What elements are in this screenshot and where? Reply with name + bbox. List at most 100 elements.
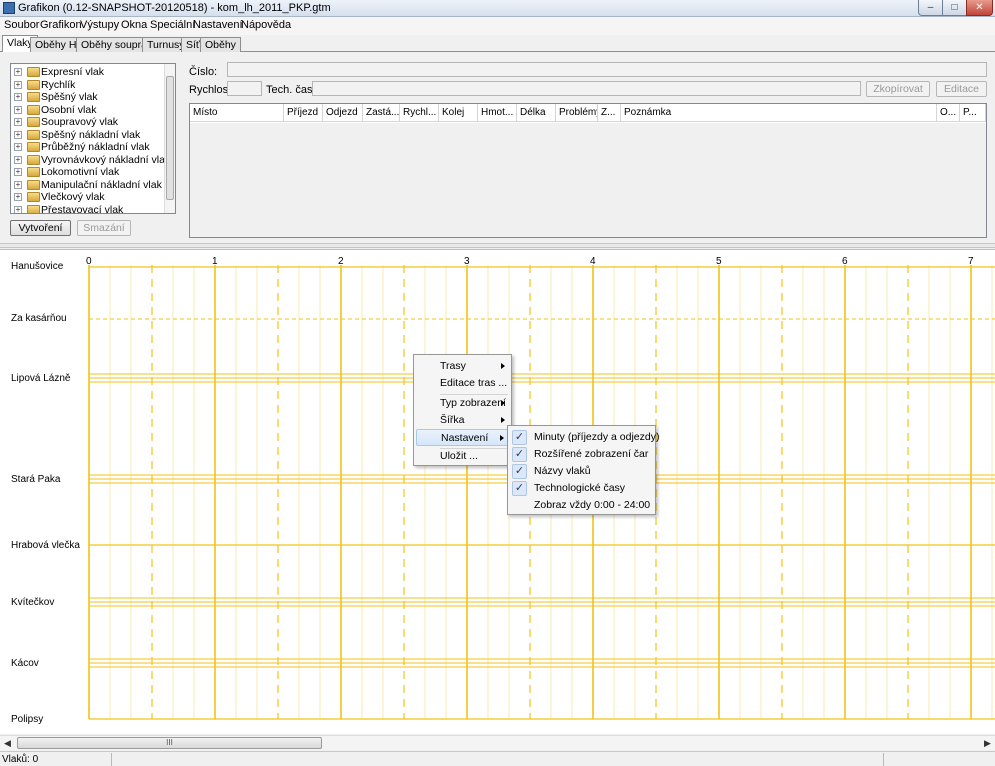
scroll-right-icon[interactable]: ▶ [980, 736, 995, 750]
menu-okna[interactable]: Okna [121, 19, 147, 31]
expand-icon[interactable]: + [14, 168, 22, 176]
table-column-header[interactable]: O... [937, 104, 960, 122]
tab-bar: Vlaky Oběhy HV Oběhy souprav Turnusy Síť… [0, 35, 995, 52]
folder-icon [27, 79, 40, 90]
horizontal-scrollbar[interactable]: ◀ III ▶ [0, 735, 995, 750]
tree-item-label: Osobní vlak [41, 103, 97, 116]
expand-icon[interactable]: + [14, 80, 22, 89]
checkmark-icon: ✓ [512, 430, 527, 445]
scroll-left-icon[interactable]: ◀ [0, 736, 15, 750]
submenu-item-label: Technologické časy [534, 482, 626, 494]
train-graph[interactable]: 0 1 2 3 4 5 6 7 Hanušovice Za kasárňou Lipová Lázn… [0, 249, 995, 734]
tree-item-label: Expresní vlak [41, 66, 105, 78]
station-label: Kvítečkov [11, 597, 55, 608]
submenu-item[interactable]: ✓ Názvy vlaků [510, 463, 653, 480]
table-column-header[interactable]: Poznámka [621, 104, 937, 122]
close-button[interactable]: ✕ [966, 0, 993, 16]
graph-canvas[interactable] [0, 250, 995, 734]
menu-item-nastaveni[interactable]: Nastavení [416, 429, 509, 446]
submenu-item[interactable]: ✓ Technologické časy [510, 480, 653, 497]
table-column-header[interactable]: Odjezd [323, 104, 363, 122]
menu-grafikon[interactable]: Grafikon [40, 19, 82, 31]
expand-icon[interactable]: + [14, 205, 22, 213]
folder-icon [27, 117, 40, 127]
submenu-item[interactable]: ✓ Minuty (příjezdy a odjezdy) [510, 429, 659, 446]
split-pane-divider[interactable] [0, 243, 995, 248]
folder-icon [27, 142, 40, 152]
status-bar: Vlaků: 0 [0, 751, 995, 766]
tree-scrollbar[interactable] [164, 64, 175, 213]
table-column-header[interactable]: Zastá... [363, 104, 400, 122]
menu-item-typ-zobrazeni[interactable]: Typ zobrazení [416, 395, 509, 412]
folder-icon [27, 129, 40, 140]
tree-item-label: Lokomotivní vlak [41, 166, 120, 178]
tab-obehy[interactable]: Oběhy [200, 37, 241, 52]
expand-icon[interactable]: + [14, 118, 22, 126]
expand-icon[interactable]: + [14, 105, 22, 114]
graph-context-menu: Trasy Editace tras ... Typ zobrazení Šíř… [413, 354, 512, 466]
number-field[interactable] [227, 62, 987, 77]
folder-icon [27, 92, 40, 102]
folder-icon [27, 204, 40, 213]
create-button[interactable]: Vytvoření [10, 220, 71, 236]
tree-item-label: Spěšný nákladní vlak [41, 128, 141, 141]
expand-icon[interactable]: + [14, 180, 22, 189]
train-type-tree[interactable]: + Expresní vlak + Rychlík + Spěšný vlak + Osobn… [10, 63, 176, 214]
expand-icon[interactable]: + [14, 93, 22, 101]
table-column-header[interactable]: Problémy [556, 104, 598, 122]
copy-button[interactable]: Zkopírovat [866, 81, 930, 97]
menu-item-label: Šířka [440, 414, 465, 426]
tree-item-label: Přestavovací vlak [41, 203, 124, 214]
expand-icon[interactable]: + [14, 143, 22, 151]
expand-icon[interactable]: + [14, 155, 22, 164]
table-column-header[interactable]: Délka [517, 104, 556, 122]
submenu-arrow-icon [501, 417, 505, 423]
menu-item-label: Nastavení [441, 432, 489, 444]
hour-label: 1 [212, 256, 218, 267]
maximize-button[interactable]: □ [942, 0, 967, 16]
menu-item-ulozit[interactable]: Uložit ... [416, 448, 509, 465]
station-label: Stará Paka [11, 474, 61, 485]
submenu-item[interactable]: Zobraz vždy 0:00 - 24:00 [510, 497, 653, 514]
delete-button[interactable]: Smazání [77, 220, 131, 236]
folder-icon [27, 67, 40, 77]
tree-scroll-thumb[interactable] [166, 76, 174, 200]
menu-specialni[interactable]: Speciální [150, 19, 195, 31]
minimize-button[interactable]: – [918, 0, 943, 16]
table-column-header[interactable]: Rychl... [400, 104, 439, 122]
expand-icon[interactable]: + [14, 130, 22, 139]
menu-napoveda[interactable]: Nápověda [241, 19, 291, 31]
submenu-item[interactable]: ✓ Rozšířené zobrazení čar [510, 446, 653, 463]
table-column-header[interactable]: Místo [190, 104, 284, 122]
table-column-header[interactable]: Kolej [439, 104, 478, 122]
tree-item-label: Průběžný nákladní vlak [41, 141, 150, 153]
speed-field[interactable] [227, 81, 262, 96]
menu-bar: Soubor Grafikon Výstupy Okna Speciální N… [0, 17, 995, 35]
expand-icon[interactable]: + [14, 193, 22, 201]
station-label: Polipsy [11, 714, 44, 725]
folder-icon [27, 104, 40, 115]
expand-icon[interactable]: + [14, 68, 22, 76]
table-column-header[interactable]: P... [960, 104, 986, 122]
menu-nastaveni[interactable]: Nastavení [193, 19, 243, 31]
status-divider [111, 753, 112, 766]
hour-label: 2 [338, 256, 344, 267]
table-body [190, 123, 986, 237]
title-bar: Grafikon (0.12-SNAPSHOT-20120518) - kom_… [0, 0, 995, 17]
route-table: Místo Příjezd Odjezd Zastá... Rychl... Kolej H… [189, 103, 987, 238]
menu-vystupy[interactable]: Výstupy [80, 19, 119, 31]
hour-label: 3 [464, 256, 470, 267]
hour-label: 5 [716, 256, 722, 267]
tech-times-field[interactable] [312, 81, 861, 96]
menu-soubor[interactable]: Soubor [4, 19, 39, 31]
table-column-header[interactable]: Příjezd [284, 104, 323, 122]
table-column-header[interactable]: Hmot... [478, 104, 517, 122]
scroll-thumb[interactable]: III [17, 737, 322, 749]
menu-item-sirka[interactable]: Šířka [416, 412, 509, 429]
station-label: Hanušovice [11, 261, 64, 272]
menu-item-editace-tras[interactable]: Editace tras ... [416, 375, 509, 392]
menu-item-trasy[interactable]: Trasy [416, 358, 509, 375]
edit-button[interactable]: Editace [936, 81, 987, 97]
submenu-arrow-icon [501, 363, 505, 369]
table-column-header[interactable]: Z... [598, 104, 621, 122]
